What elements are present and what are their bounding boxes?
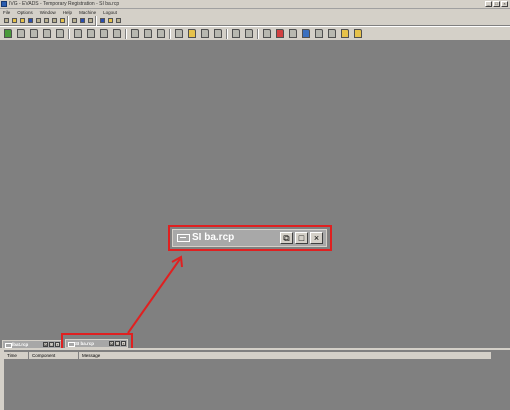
restore-button[interactable]: ⧉ (43, 342, 48, 347)
print-preview-icon[interactable] (43, 18, 49, 24)
close-button[interactable]: × (55, 342, 60, 347)
recipe-icon[interactable] (143, 28, 153, 39)
recipe-icon[interactable] (16, 28, 26, 39)
toolbar-separator (257, 28, 259, 39)
toolbar-separator (125, 28, 127, 39)
recipe-icon[interactable] (42, 28, 52, 39)
help-icon[interactable] (107, 18, 113, 24)
recipe-icon[interactable] (174, 28, 184, 39)
maximize-button[interactable]: □ (493, 1, 500, 7)
delete-recipe-icon[interactable] (275, 28, 285, 39)
open-recent-icon[interactable] (19, 18, 25, 24)
recipe-icon[interactable] (244, 28, 254, 39)
app-title-bar: IVG - EVADS - Temporary Registration - S… (0, 0, 510, 9)
menu-options[interactable]: Options (17, 10, 33, 15)
log-panel: Time Component Message (0, 348, 510, 410)
minimize-button[interactable]: _ (485, 1, 492, 7)
highlight-box (168, 225, 332, 251)
tools-icon[interactable] (115, 18, 121, 24)
recipe-icon[interactable] (73, 28, 83, 39)
print-icon[interactable] (35, 18, 41, 24)
recipe-icon[interactable] (55, 28, 65, 39)
recipe-icon[interactable] (314, 28, 324, 39)
arrange-icon[interactable] (87, 18, 93, 24)
recipe-icon[interactable] (288, 28, 298, 39)
info-icon[interactable] (99, 18, 105, 24)
toolbar-separator (68, 28, 70, 39)
standard-toolbar (0, 15, 510, 26)
download-recipe-icon[interactable] (301, 28, 311, 39)
machine-toolbar (0, 26, 510, 41)
recipe-icon[interactable] (262, 28, 272, 39)
recipe-icon[interactable] (86, 28, 96, 39)
menu-bar: File Options Window Help Machine Logout (0, 9, 510, 16)
recipe-icon[interactable] (213, 28, 223, 39)
toolbar-separator (169, 28, 171, 39)
save-icon[interactable] (27, 18, 33, 24)
app-icon (1, 1, 7, 7)
recipe-icon[interactable] (327, 28, 337, 39)
minimized-window-label: lbat.rcp (12, 342, 29, 347)
open-folder-icon[interactable] (11, 18, 17, 24)
edit-recipe-icon[interactable] (353, 28, 363, 39)
menu-help[interactable]: Help (63, 10, 72, 15)
maximize-button[interactable]: □ (49, 342, 54, 347)
recipe-icon[interactable] (231, 28, 241, 39)
recipe-icon[interactable] (99, 28, 109, 39)
edit-recipe-icon[interactable] (340, 28, 350, 39)
edit-recipe-icon[interactable] (187, 28, 197, 39)
column-time[interactable]: Time (4, 352, 29, 359)
toolbar-separator (95, 15, 97, 26)
recipe-icon[interactable] (29, 28, 39, 39)
add-recipe-icon[interactable] (3, 28, 13, 39)
column-component[interactable]: Component (29, 352, 79, 359)
search-icon[interactable] (59, 18, 65, 24)
window-controls: _ □ × (485, 1, 508, 7)
new-file-icon[interactable] (3, 18, 9, 24)
recipe-icon[interactable] (112, 28, 122, 39)
recipe-icon[interactable] (130, 28, 140, 39)
recipe-icon[interactable] (156, 28, 166, 39)
settings-icon[interactable] (51, 18, 57, 24)
menu-logout[interactable]: Logout (103, 10, 117, 15)
mdi-workspace (0, 41, 510, 338)
recipe-icon[interactable] (200, 28, 210, 39)
log-panel-gripper[interactable] (0, 350, 4, 410)
log-table-header: Time Component Message (4, 352, 492, 359)
window-title: IVG - EVADS - Temporary Registration - S… (9, 1, 120, 7)
menu-window[interactable]: Window (40, 10, 56, 15)
cascade-icon[interactable] (79, 18, 85, 24)
toolbar-separator (226, 28, 228, 39)
close-button[interactable]: × (501, 1, 508, 7)
tile-icon[interactable] (71, 18, 77, 24)
toolbar-separator (67, 15, 69, 26)
column-message[interactable]: Message (79, 352, 492, 359)
menu-file[interactable]: File (3, 10, 10, 15)
menu-machine[interactable]: Machine (79, 10, 96, 15)
minimized-window-controls: ⧉ □ × (43, 342, 60, 347)
